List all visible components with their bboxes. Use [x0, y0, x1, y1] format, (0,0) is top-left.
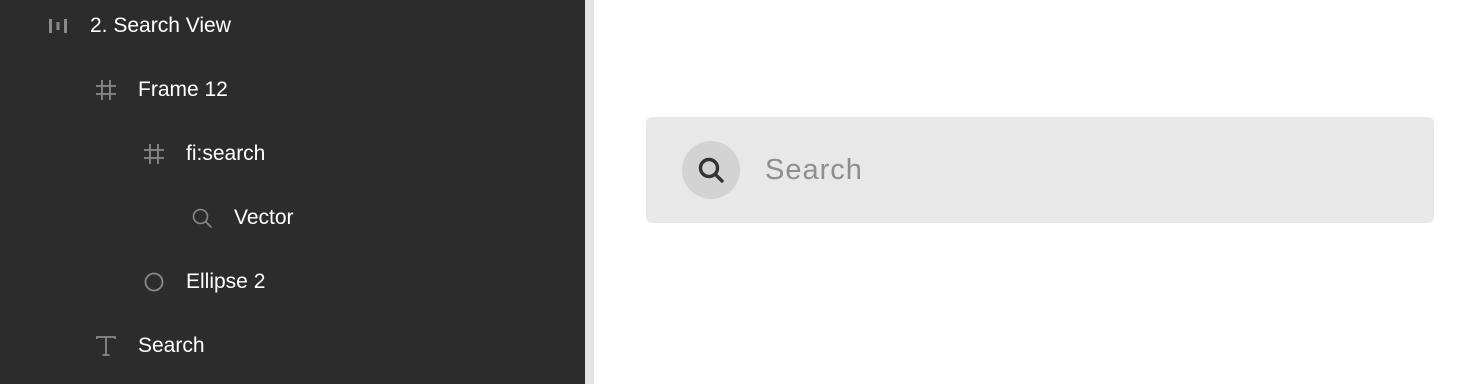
- layer-label-search-view: 2. Search View: [90, 14, 231, 37]
- design-canvas: Search: [594, 0, 1478, 384]
- layer-row-frame-12[interactable]: Frame 12: [0, 58, 585, 122]
- layer-row-search-view[interactable]: 2. Search View: [0, 0, 585, 58]
- layer-label-fi-search: fi:search: [186, 142, 266, 165]
- layer-row-vector[interactable]: Vector: [0, 186, 585, 250]
- layer-row-fi-search[interactable]: fi:search: [0, 122, 585, 186]
- vector-search-icon: [191, 207, 213, 229]
- search-icon-ellipse: [682, 141, 740, 199]
- app-root: 2. Search View Frame 12 fi:search Vector…: [0, 0, 1478, 384]
- layer-row-ellipse-2[interactable]: Ellipse 2: [0, 250, 585, 314]
- ellipse-icon: [143, 271, 165, 293]
- frame-icon: [95, 79, 117, 101]
- panel-divider[interactable]: [585, 0, 594, 384]
- layer-label-ellipse-2: Ellipse 2: [186, 270, 266, 293]
- component-icon: [47, 15, 69, 37]
- layer-row-search-text[interactable]: Search: [0, 314, 585, 378]
- search-bar[interactable]: Search: [646, 117, 1434, 223]
- layers-panel: 2. Search View Frame 12 fi:search Vector…: [0, 0, 585, 384]
- search-placeholder: Search: [765, 154, 863, 186]
- layer-label-frame-12: Frame 12: [138, 78, 228, 101]
- search-icon: [698, 157, 724, 183]
- layer-label-search-text: Search: [138, 334, 205, 357]
- frame-icon: [143, 143, 165, 165]
- text-icon: [95, 335, 117, 357]
- layer-label-vector: Vector: [234, 206, 294, 229]
